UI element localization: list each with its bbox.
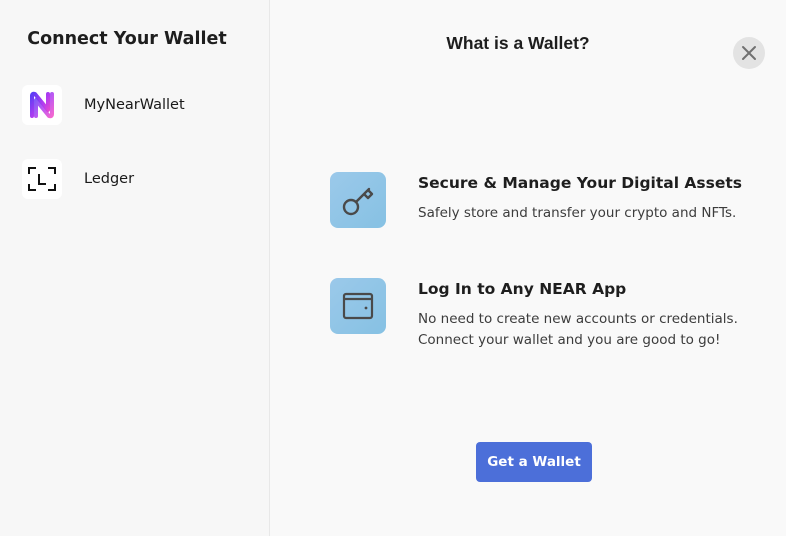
wallet-label: MyNearWallet <box>84 97 185 113</box>
wallet-option-mynearwallet[interactable]: MyNearWallet <box>22 85 252 125</box>
close-icon <box>742 46 756 60</box>
wallet-info-panel: What is a Wallet? Secure & Manage Your D… <box>270 0 786 536</box>
wallet-sidebar: Connect Your Wallet MyNearWallet Ledger <box>0 0 270 536</box>
close-button[interactable] <box>733 37 765 69</box>
page-title: What is a Wallet? <box>446 33 590 53</box>
feature-secure-assets: Secure & Manage Your Digital Assets Safe… <box>330 172 750 228</box>
feature-login-apps: Log In to Any NEAR App No need to create… <box>330 278 750 351</box>
key-icon <box>330 172 386 228</box>
ledger-logo-icon <box>22 159 62 199</box>
feature-description: No need to create new accounts or creden… <box>418 311 738 348</box>
feature-title: Log In to Any NEAR App <box>418 280 627 298</box>
wallet-option-ledger[interactable]: Ledger <box>22 159 252 199</box>
feature-title: Secure & Manage Your Digital Assets <box>418 174 743 192</box>
wallet-icon <box>330 278 386 334</box>
sidebar-title: Connect Your Wallet <box>27 29 227 49</box>
wallet-label: Ledger <box>84 171 135 187</box>
wallet-selector-modal: Connect Your Wallet MyNearWallet Ledger … <box>0 0 786 536</box>
mynearwallet-logo-icon <box>22 85 62 125</box>
feature-description: Safely store and transfer your crypto an… <box>418 205 737 221</box>
get-a-wallet-button[interactable]: Get a Wallet <box>476 442 592 482</box>
